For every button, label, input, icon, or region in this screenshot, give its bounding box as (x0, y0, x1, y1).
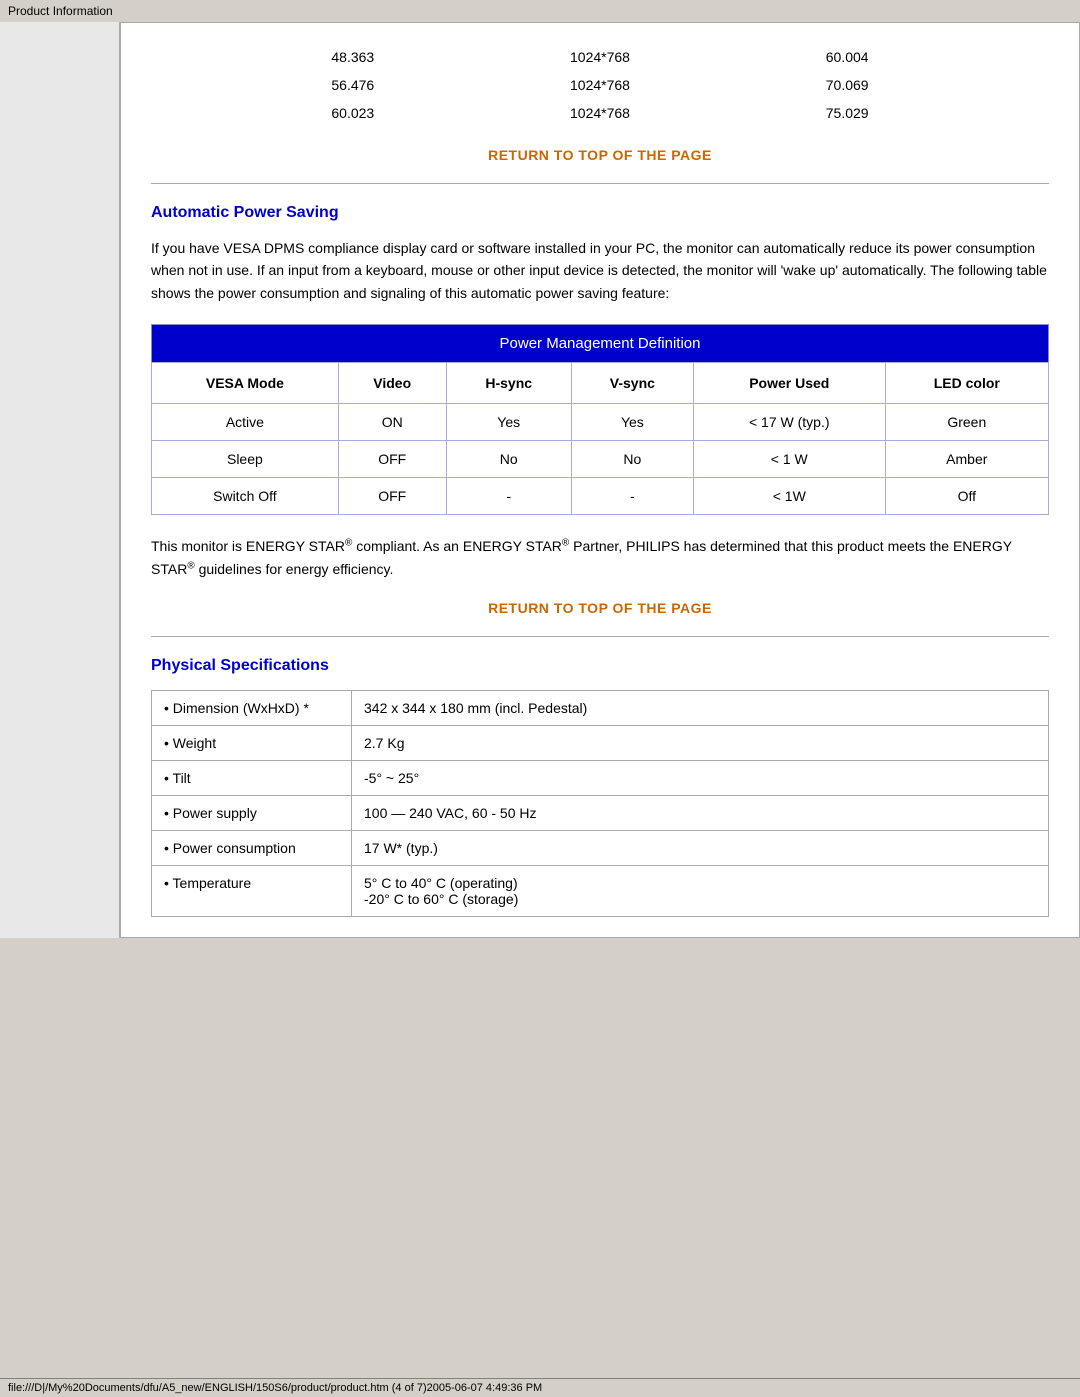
spec-value: 5° C to 40° C (operating)-20° C to 60° C… (352, 865, 1049, 916)
resolution-cell: 48.363 (241, 43, 465, 71)
power-data-cell: Off (885, 478, 1048, 515)
power-col-header: VESA Mode (152, 363, 339, 404)
power-data-cell: ON (338, 404, 446, 441)
power-data-cell: < 1W (693, 478, 885, 515)
power-table-header-row: Power Management Definition (152, 325, 1049, 363)
spec-label: • Weight (152, 725, 352, 760)
spec-row: • Weight2.7 Kg (152, 725, 1049, 760)
power-data-cell: No (446, 441, 571, 478)
power-col-header: V-sync (571, 363, 693, 404)
spec-value: -5° ~ 25° (352, 760, 1049, 795)
divider-1 (151, 183, 1049, 184)
left-nav (0, 22, 120, 938)
spec-label: • Tilt (152, 760, 352, 795)
power-data-cell: Yes (446, 404, 571, 441)
spec-value: 100 — 240 VAC, 60 - 50 Hz (352, 795, 1049, 830)
resolution-cell: 1024*768 (465, 99, 735, 127)
return-top-anchor-2[interactable]: RETURN TO TOP OF THE PAGE (488, 600, 712, 616)
power-data-cell: Active (152, 404, 339, 441)
power-management-table: Power Management Definition VESA ModeVid… (151, 324, 1049, 515)
resolution-row: 56.4761024*76870.069 (241, 71, 959, 99)
power-col-header: H-sync (446, 363, 571, 404)
spec-row: • Dimension (WxHxD) *342 x 344 x 180 mm … (152, 690, 1049, 725)
power-data-row: ActiveONYesYes< 17 W (typ.)Green (152, 404, 1049, 441)
status-bar: file:///D|/My%20Documents/dfu/A5_new/ENG… (0, 1378, 1080, 1397)
power-data-row: Switch OffOFF--< 1WOff (152, 478, 1049, 515)
power-data-cell: OFF (338, 478, 446, 515)
resolution-row: 48.3631024*76860.004 (241, 43, 959, 71)
status-bar-text: file:///D|/My%20Documents/dfu/A5_new/ENG… (8, 1382, 542, 1394)
power-data-cell: - (571, 478, 693, 515)
spec-row: • Tilt-5° ~ 25° (152, 760, 1049, 795)
resolution-cell: 60.023 (241, 99, 465, 127)
power-data-row: SleepOFFNoNo< 1 WAmber (152, 441, 1049, 478)
return-top-link-2[interactable]: RETURN TO TOP OF THE PAGE (151, 600, 1049, 616)
power-data-cell: - (446, 478, 571, 515)
power-col-header: Power Used (693, 363, 885, 404)
return-top-anchor-1[interactable]: RETURN TO TOP OF THE PAGE (488, 147, 712, 163)
return-top-link-1[interactable]: RETURN TO TOP OF THE PAGE (151, 147, 1049, 163)
title-bar-label: Product Information (0, 0, 1080, 22)
power-data-cell: Switch Off (152, 478, 339, 515)
power-data-cell: < 17 W (typ.) (693, 404, 885, 441)
resolution-cell: 1024*768 (465, 71, 735, 99)
power-col-header: LED color (885, 363, 1048, 404)
spec-label: • Power supply (152, 795, 352, 830)
resolution-row: 60.0231024*76875.029 (241, 99, 959, 127)
power-table-col-headers: VESA ModeVideoH-syncV-syncPower UsedLED … (152, 363, 1049, 404)
resolution-cell: 1024*768 (465, 43, 735, 71)
power-data-cell: Yes (571, 404, 693, 441)
spec-value: 17 W* (typ.) (352, 830, 1049, 865)
spec-label: • Dimension (WxHxD) * (152, 690, 352, 725)
content-area: 48.3631024*76860.00456.4761024*76870.069… (120, 22, 1080, 938)
specs-table: • Dimension (WxHxD) *342 x 344 x 180 mm … (151, 690, 1049, 917)
power-data-cell: Sleep (152, 441, 339, 478)
spec-label: • Power consumption (152, 830, 352, 865)
spec-row: • Temperature5° C to 40° C (operating)-2… (152, 865, 1049, 916)
power-data-cell: No (571, 441, 693, 478)
resolution-cell: 70.069 (735, 71, 959, 99)
spec-label: • Temperature (152, 865, 352, 916)
title-bar: Product Information (0, 0, 1080, 22)
spec-row: • Power supply100 — 240 VAC, 60 - 50 Hz (152, 795, 1049, 830)
resolution-cell: 60.004 (735, 43, 959, 71)
power-saving-section: Automatic Power Saving If you have VESA … (151, 204, 1049, 580)
divider-2 (151, 636, 1049, 637)
power-saving-description: If you have VESA DPMS compliance display… (151, 237, 1049, 304)
power-data-cell: Amber (885, 441, 1048, 478)
physical-specs-title: Physical Specifications (151, 657, 1049, 675)
resolution-table: 48.3631024*76860.00456.4761024*76870.069… (241, 43, 959, 127)
power-table-title: Power Management Definition (152, 325, 1049, 363)
physical-specs-section: Physical Specifications • Dimension (WxH… (151, 657, 1049, 917)
spec-value: 342 x 344 x 180 mm (incl. Pedestal) (352, 690, 1049, 725)
power-col-header: Video (338, 363, 446, 404)
energy-star-text: This monitor is ENERGY STAR® compliant. … (151, 535, 1049, 580)
resolution-cell: 56.476 (241, 71, 465, 99)
spec-value: 2.7 Kg (352, 725, 1049, 760)
power-data-cell: OFF (338, 441, 446, 478)
power-data-cell: < 1 W (693, 441, 885, 478)
resolution-cell: 75.029 (735, 99, 959, 127)
power-saving-title: Automatic Power Saving (151, 204, 1049, 222)
power-data-cell: Green (885, 404, 1048, 441)
spec-row: • Power consumption17 W* (typ.) (152, 830, 1049, 865)
